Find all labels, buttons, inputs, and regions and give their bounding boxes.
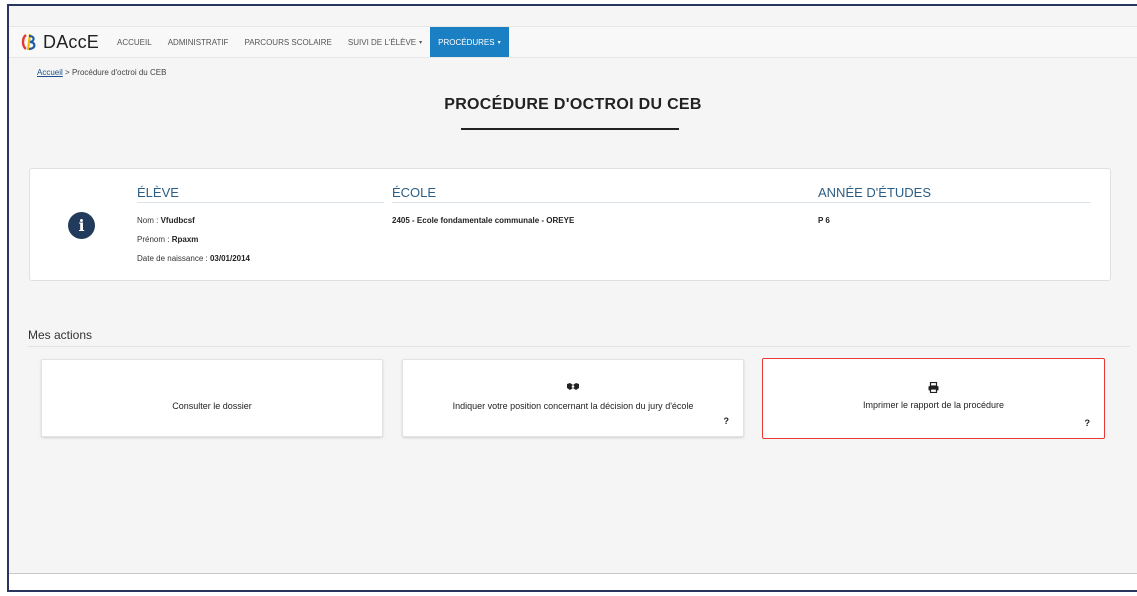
nav-item-label: SUIVI DE L'ÉLÈVE [347, 37, 417, 47]
ecole-details: 2405 - Ecole fondamentale communale - OR… [392, 211, 824, 230]
page-bottom [9, 574, 1137, 590]
nom-value: Vfudbcsf [160, 216, 195, 225]
prenom-value: Rpaxm [171, 235, 199, 244]
nav-item-parcours-scolaire[interactable]: PARCOURS SCOLAIRE [236, 27, 339, 57]
annee-heading: ANNÉE D'ÉTUDES [818, 185, 1091, 203]
dob-row: Date de naissance : 03/01/2014 [137, 249, 384, 268]
action-label: Consulter le dossier [172, 401, 252, 411]
nav-item-suivi-eleve[interactable]: SUIVI DE L'ÉLÈVE ▾ [340, 27, 430, 57]
app-frame: DAccE ACCUEIL ADMINISTRATIF PARCOURS SCO… [7, 4, 1137, 592]
handshake-icon [403, 382, 743, 393]
page-footer-band [9, 511, 1137, 571]
actions-divider [28, 346, 1130, 347]
eleve-details: Nom : Vfudbcsf Prénom : Rpaxm Date de na… [137, 211, 384, 268]
page-title: PROCÉDURE D'OCTROI DU CEB [444, 96, 702, 113]
nav-item-label: ACCUEIL [117, 37, 152, 47]
ecole-column: ÉCOLE 2405 - Ecole fondamentale communal… [392, 185, 824, 230]
prenom-label: Prénom : [137, 235, 170, 244]
breadcrumb: Accueil > Procédure d'octroi du CEB [37, 68, 166, 77]
top-navbar: DAccE ACCUEIL ADMINISTRATIF PARCOURS SCO… [9, 26, 1137, 58]
nav-item-label: PROCÉDURES [438, 37, 495, 47]
chevron-down-icon: ▾ [419, 39, 423, 46]
consulter-dossier-button[interactable]: Consulter le dossier [41, 359, 383, 437]
actions-title: Mes actions [28, 328, 93, 342]
annee-details: P 6 [818, 211, 1091, 230]
annee-column: ANNÉE D'ÉTUDES P 6 [818, 185, 1091, 230]
action-label: Indiquer votre position concernant la dé… [452, 401, 694, 411]
brand[interactable]: DAccE [9, 27, 109, 57]
logo-icon [21, 33, 36, 51]
eleve-heading: ÉLÈVE [137, 185, 384, 203]
print-icon [763, 381, 1104, 395]
breadcrumb-current: Procédure d'octroi du CEB [71, 68, 167, 77]
dob-value: 03/01/2014 [209, 254, 250, 263]
eleve-column: ÉLÈVE Nom : Vfudbcsf Prénom : Rpaxm Date… [137, 185, 384, 268]
prenom-row: Prénom : Rpaxm [137, 230, 384, 249]
nav-item-administratif[interactable]: ADMINISTRATIF [160, 27, 237, 57]
breadcrumb-separator: > [65, 68, 70, 77]
nom-label: Nom : [137, 216, 159, 225]
ecole-heading: ÉCOLE [392, 185, 824, 203]
title-underline [461, 128, 679, 130]
help-icon[interactable]: ? [1085, 418, 1091, 428]
chevron-down-icon: ▾ [497, 39, 501, 46]
ecole-value: 2405 - Ecole fondamentale communale - OR… [392, 216, 575, 225]
nav-item-label: PARCOURS SCOLAIRE [244, 37, 332, 47]
nom-row: Nom : Vfudbcsf [137, 211, 384, 230]
nav-menu: ACCUEIL ADMINISTRATIF PARCOURS SCOLAIRE … [109, 27, 509, 57]
nav-item-procedures[interactable]: PROCÉDURES ▾ [430, 27, 509, 57]
action-label: Imprimer le rapport de la procédure [862, 400, 1005, 410]
student-info-card: i ÉLÈVE Nom : Vfudbcsf Prénom : Rpaxm Da… [29, 168, 1111, 281]
breadcrumb-home-link[interactable]: Accueil [37, 68, 63, 77]
nav-item-accueil[interactable]: ACCUEIL [109, 27, 160, 57]
dob-label: Date de naissance : [137, 254, 208, 263]
indiquer-position-button[interactable]: Indiquer votre position concernant la dé… [402, 359, 744, 437]
imprimer-rapport-button[interactable]: Imprimer le rapport de la procédure ? [762, 358, 1105, 439]
info-icon: i [68, 212, 95, 239]
nav-item-label: ADMINISTRATIF [167, 37, 229, 47]
brand-name: DAccE [43, 31, 100, 52]
help-icon[interactable]: ? [724, 416, 730, 426]
annee-value: P 6 [818, 216, 830, 225]
